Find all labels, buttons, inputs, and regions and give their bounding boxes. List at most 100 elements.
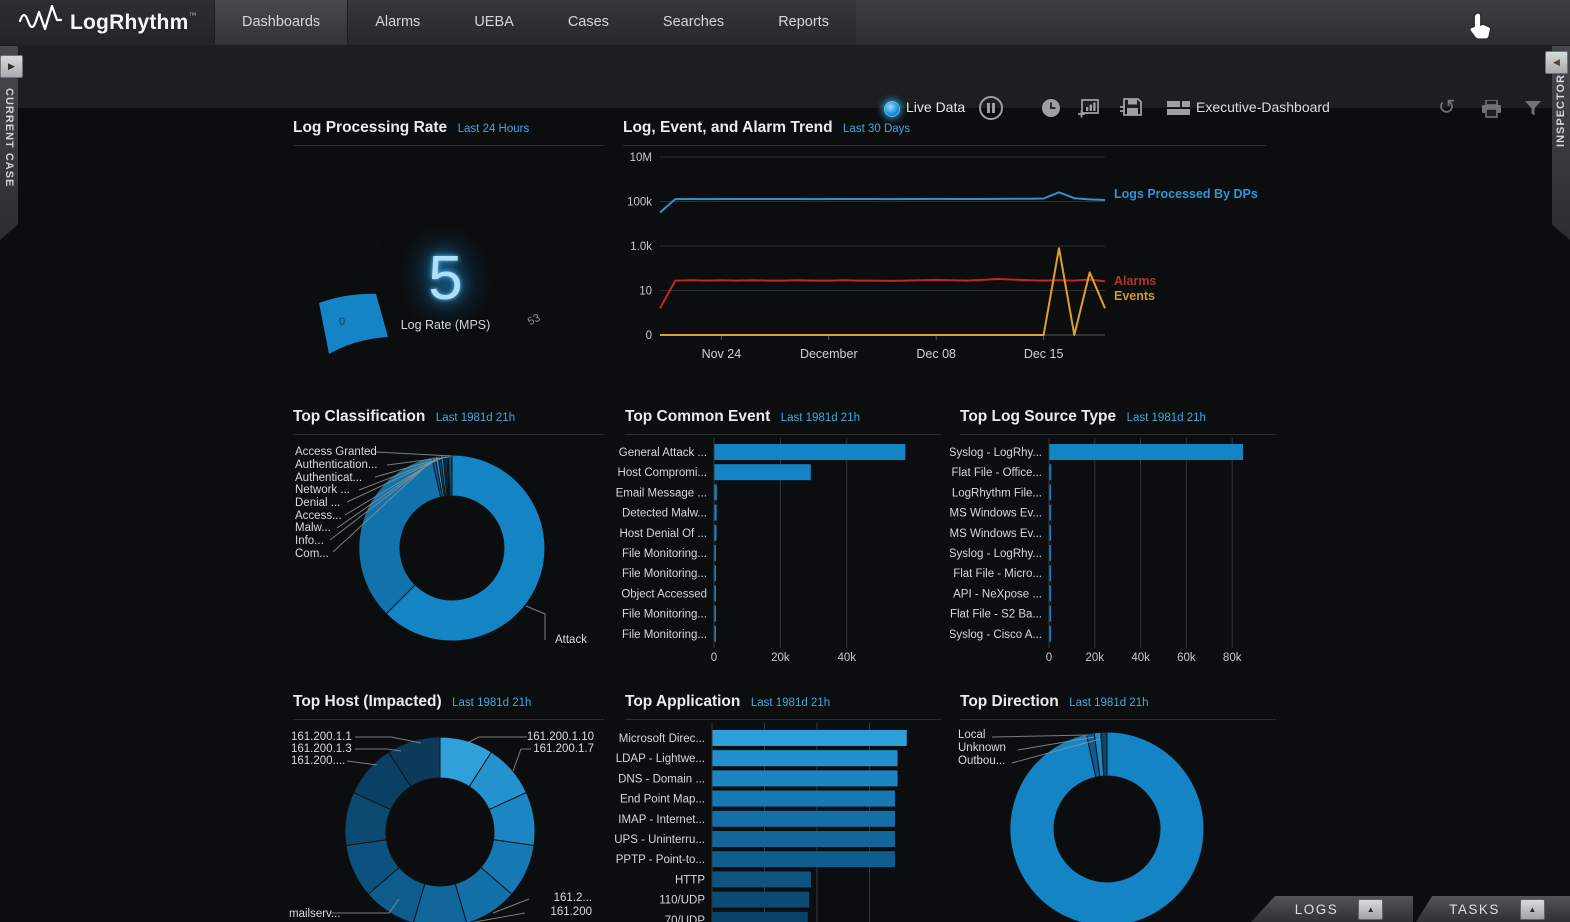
widget-top-host-impacted: Top Host (Impacted) Last 1981d 21h 161.2… bbox=[283, 687, 608, 922]
donut-label: Unknown bbox=[958, 742, 1006, 754]
dashboard-layout-icon[interactable] bbox=[1167, 101, 1190, 121]
gauge-metric-label: Log Rate (MPS) bbox=[283, 318, 608, 332]
tasks-label: TASKS bbox=[1449, 902, 1500, 917]
widget-top-classification: Top Classification Last 1981d 21h Access… bbox=[283, 402, 608, 674]
bottom-dock: LOGS ▲ TASKS ▲ bbox=[1251, 896, 1570, 922]
nav-tab-cases[interactable]: Cases bbox=[541, 0, 636, 45]
svg-text:General Attack ...: General Attack ... bbox=[619, 447, 707, 459]
donut-label: Network ... bbox=[295, 484, 350, 496]
svg-text:20k: 20k bbox=[771, 652, 790, 664]
legend-events[interactable]: Events bbox=[1114, 289, 1155, 303]
svg-text:File Monitoring...: File Monitoring... bbox=[622, 629, 707, 641]
svg-text:Syslog - LogRhy...: Syslog - LogRhy... bbox=[950, 548, 1042, 560]
svg-text:DNS - Domain ...: DNS - Domain ... bbox=[618, 773, 705, 785]
widget-top-direction: Top Direction Last 1981d 21h Local Unkno… bbox=[950, 687, 1280, 922]
pause-button[interactable] bbox=[979, 96, 1003, 120]
live-data-label: Live Data bbox=[906, 99, 965, 115]
svg-text:20k: 20k bbox=[1086, 652, 1105, 664]
donut-label: mailserv... bbox=[289, 908, 341, 920]
svg-text:Object Accessed: Object Accessed bbox=[621, 588, 707, 600]
donut-label: Authentication... bbox=[295, 459, 377, 471]
logo-waveform-icon bbox=[18, 5, 62, 40]
donut-label: 161.200.1.3 bbox=[291, 743, 352, 755]
svg-text:File Monitoring...: File Monitoring... bbox=[622, 568, 707, 580]
nav-tab-searches[interactable]: Searches bbox=[636, 0, 751, 45]
donut-label: Authenticat... bbox=[295, 472, 362, 484]
time-range-clock-icon[interactable] bbox=[1041, 98, 1061, 123]
svg-text:100k: 100k bbox=[627, 197, 652, 209]
add-widget-icon[interactable] bbox=[1078, 98, 1100, 123]
inspector-expand-button[interactable]: ◀ bbox=[1545, 51, 1568, 74]
svg-text:60k: 60k bbox=[1177, 652, 1196, 664]
print-icon[interactable] bbox=[1481, 100, 1502, 123]
host-donut-chart[interactable] bbox=[283, 687, 608, 922]
tasks-expand-button[interactable]: ▲ bbox=[1520, 899, 1545, 920]
donut-label: Info... bbox=[295, 535, 324, 547]
svg-text:Host Compromi...: Host Compromi... bbox=[618, 467, 707, 479]
svg-text:Microsoft Direc...: Microsoft Direc... bbox=[619, 733, 705, 745]
live-data-indicator-icon[interactable] bbox=[884, 101, 900, 117]
svg-text:Syslog - LogRhy...: Syslog - LogRhy... bbox=[950, 447, 1042, 459]
logo[interactable]: LogRhythm™ bbox=[0, 0, 214, 45]
dashboard-toolbar: Live Data Executive bbox=[0, 45, 1570, 108]
current-case-label: CURRENT CASE bbox=[3, 88, 15, 187]
donut-label: 161.200.1.1 bbox=[291, 731, 352, 743]
donut-label: 161.200.1.10 bbox=[527, 731, 594, 743]
navbar-right-area: Search... ▾ ▾ bbox=[856, 0, 1570, 45]
donut-label: Malw... bbox=[295, 522, 331, 534]
svg-text:December: December bbox=[800, 347, 858, 361]
refresh-icon[interactable]: ↺ bbox=[1438, 95, 1456, 120]
donut-label: Access Granted bbox=[295, 446, 377, 458]
logs-drawer-tab[interactable]: LOGS ▲ bbox=[1251, 896, 1413, 922]
inspector-label: INSPECTOR bbox=[1555, 74, 1567, 147]
legend-logs-processed[interactable]: Logs Processed By DPs bbox=[1114, 187, 1258, 201]
save-dashboard-icon[interactable] bbox=[1120, 97, 1142, 122]
widget-top-common-event: Top Common Event Last 1981d 21h 020k40kG… bbox=[615, 402, 945, 674]
log-source-bar-chart[interactable]: 0 20k 40k 60k 80k Syslog - LogRhy... Flat File… bbox=[950, 402, 1280, 674]
svg-text:MS Windows Ev...: MS Windows Ev... bbox=[950, 508, 1042, 520]
current-case-expand-button[interactable]: ▶ bbox=[0, 55, 23, 78]
widget-top-log-source-type: Top Log Source Type Last 1981d 21h 020k4… bbox=[950, 402, 1280, 674]
donut-label: Denial ... bbox=[295, 497, 340, 509]
svg-text:Flat File - S2 Ba...: Flat File - S2 Ba... bbox=[950, 609, 1042, 621]
inspector-tab[interactable]: INSPECTOR bbox=[1552, 46, 1570, 240]
svg-text:Nov 24: Nov 24 bbox=[702, 347, 742, 361]
svg-text:0: 0 bbox=[1046, 652, 1052, 664]
dashboard-selector[interactable]: Executive-Dashboard bbox=[1196, 99, 1330, 115]
filter-funnel-icon[interactable] bbox=[1524, 100, 1542, 122]
nav-tab-reports[interactable]: Reports bbox=[751, 0, 856, 45]
donut-label: 161.2... bbox=[554, 892, 592, 904]
svg-text:LDAP - Lightwe...: LDAP - Lightwe... bbox=[616, 753, 705, 765]
svg-text:80k: 80k bbox=[1223, 652, 1242, 664]
svg-text:PPTP - Point-to...: PPTP - Point-to... bbox=[616, 854, 705, 866]
svg-text:IMAP - Internet...: IMAP - Internet... bbox=[618, 814, 705, 826]
svg-text:0: 0 bbox=[711, 652, 717, 664]
widget-top-application: Top Application Last 1981d 21h Microsoft… bbox=[615, 687, 945, 922]
tasks-drawer-tab[interactable]: TASKS ▲ bbox=[1416, 896, 1570, 922]
trend-line-chart[interactable]: 10M100k1.0k100Nov 24DecemberDec 08Dec 15 bbox=[613, 113, 1270, 391]
logs-expand-button[interactable]: ▲ bbox=[1358, 899, 1383, 920]
gauge-value: 5 bbox=[283, 243, 608, 314]
nav-tab-alarms[interactable]: Alarms bbox=[348, 0, 447, 45]
svg-text:40k: 40k bbox=[1131, 652, 1150, 664]
svg-text:10M: 10M bbox=[630, 152, 652, 164]
legend-alarms[interactable]: Alarms bbox=[1114, 274, 1156, 288]
application-bar-chart[interactable]: Microsoft Direc... LDAP - Lightwe... DNS -… bbox=[615, 687, 945, 922]
svg-text:40k: 40k bbox=[837, 652, 856, 664]
donut-label: 161.200 bbox=[550, 906, 592, 918]
gauge-tick-0: 0 bbox=[339, 316, 345, 328]
direction-donut-chart[interactable] bbox=[950, 687, 1280, 922]
donut-label: Outbou... bbox=[958, 755, 1005, 767]
svg-text:End Point Map...: End Point Map... bbox=[620, 794, 705, 806]
widget-log-processing-rate: Log Processing Rate Last 24 Hours 5 Log … bbox=[283, 113, 608, 387]
donut-label: Access... bbox=[295, 510, 342, 522]
mouse-cursor-hand bbox=[1468, 12, 1494, 47]
nav-tab-ueba[interactable]: UEBA bbox=[447, 0, 541, 45]
svg-text:Syslog - Cisco A...: Syslog - Cisco A... bbox=[950, 629, 1042, 641]
svg-text:Detected Malw...: Detected Malw... bbox=[622, 508, 707, 520]
common-event-bar-chart[interactable]: 0 20k 40k General Attack ... Host Compromi..… bbox=[615, 402, 945, 674]
donut-label-attack: Attack bbox=[555, 634, 587, 646]
svg-text:Dec 08: Dec 08 bbox=[916, 347, 956, 361]
nav-tab-dashboards[interactable]: Dashboards bbox=[214, 0, 348, 45]
svg-text:Dec 15: Dec 15 bbox=[1024, 347, 1064, 361]
